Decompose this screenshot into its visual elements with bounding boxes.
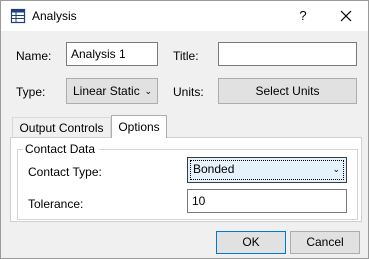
ok-button[interactable]: OK [216,231,286,254]
chevron-down-icon: ⌄ [144,86,152,96]
tab-options[interactable]: Options [111,115,167,138]
help-button[interactable]: ? [291,6,315,26]
name-label: Name: [16,49,52,63]
contact-type-select[interactable]: Bonded ⌄ [187,157,347,183]
analysis-dialog: Analysis ? Name: Analysis 1 Title: Type:… [0,0,369,259]
close-icon[interactable] [334,6,358,26]
title-bar: Analysis ? [1,1,368,31]
table-icon [10,8,26,24]
focus-rect [190,160,344,180]
select-units-button[interactable]: Select Units [218,78,357,104]
type-select[interactable]: Linear Static ⌄ [66,78,158,104]
window-title: Analysis [32,9,77,23]
contact-data-legend: Contact Data [23,142,98,156]
contact-type-label: Contact Type: [28,165,102,179]
title-label: Title: [173,49,199,63]
group-border-right [99,149,358,150]
type-label: Type: [16,85,46,99]
cancel-button[interactable]: Cancel [290,231,360,254]
title-input[interactable] [218,42,357,66]
tab-output-controls[interactable]: Output Controls [12,117,111,138]
name-input[interactable]: Analysis 1 [66,42,158,66]
chevron-down-icon: ⌄ [332,164,340,174]
type-select-value: Linear Static [73,84,140,98]
tolerance-input[interactable]: 10 [187,189,347,213]
tolerance-label: Tolerance: [28,197,84,211]
units-label: Units: [173,85,204,99]
